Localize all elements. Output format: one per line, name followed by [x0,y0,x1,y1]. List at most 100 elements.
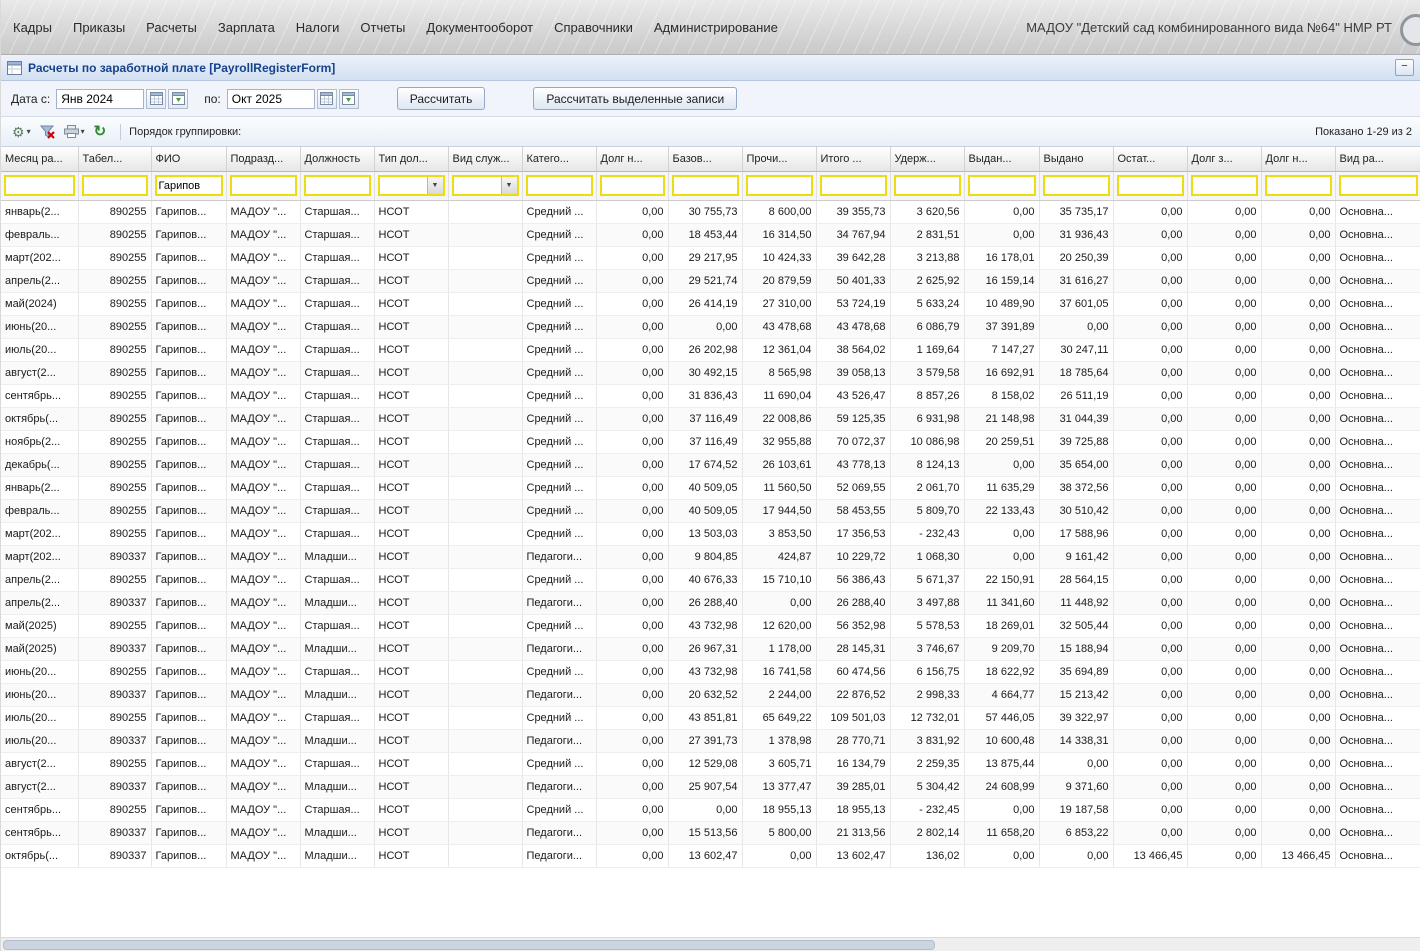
column-header-2[interactable]: Табел... [78,147,151,171]
calculate-selected-button[interactable]: Рассчитать выделенные записи [533,87,737,110]
calendar-grid-button-from[interactable] [146,89,166,109]
refresh-button[interactable]: ↻ [91,121,110,143]
date-to-input[interactable] [227,89,315,109]
grid-row[interactable]: март(202...890337Гарипов...МАДОУ "...Мла… [1,545,1420,568]
grid-row[interactable]: май(2024)890255Гарипов...МАДОУ "...Старш… [1,292,1420,315]
filter-input-col6[interactable] [380,177,427,194]
filter-input-col10[interactable] [674,177,737,194]
horizontal-scrollbar[interactable] [1,937,1420,951]
grid-row[interactable]: июль(20...890255Гарипов...МАДОУ "...Стар… [1,706,1420,729]
grid-cell: 0,00 [1187,798,1261,821]
column-header-9[interactable]: Долг н... [596,147,668,171]
filter-input-col8[interactable] [528,177,591,194]
grid-row[interactable]: июнь(20...890337Гарипов...МАДОУ "...Млад… [1,683,1420,706]
column-header-6[interactable]: Тип дол... [374,147,448,171]
grid-cell: 39 725,88 [1039,430,1113,453]
column-header-5[interactable]: Должность [300,147,374,171]
filter-input-col11[interactable] [748,177,811,194]
column-header-15[interactable]: Выдано [1039,147,1113,171]
filter-input-col4[interactable] [232,177,295,194]
grid-row[interactable]: май(2025)890255Гарипов...МАДОУ "...Старш… [1,614,1420,637]
column-header-16[interactable]: Остат... [1113,147,1187,171]
filter-input-col9[interactable] [602,177,663,194]
column-header-19[interactable]: Вид ра... [1335,147,1420,171]
column-header-3[interactable]: ФИО [151,147,226,171]
grid-row[interactable]: февраль...890255Гарипов...МАДОУ "...Стар… [1,499,1420,522]
column-header-8[interactable]: Катего... [522,147,596,171]
grid-row[interactable]: апрель(2...890337Гарипов...МАДОУ "...Мла… [1,591,1420,614]
menu-item-4[interactable]: Зарплата [218,20,275,35]
grid-row[interactable]: апрель(2...890255Гарипов...МАДОУ "...Ста… [1,568,1420,591]
filter-input-col16[interactable] [1119,177,1182,194]
column-header-12[interactable]: Итого ... [816,147,890,171]
column-header-14[interactable]: Выдан... [964,147,1039,171]
grid-row[interactable]: август(2...890337Гарипов...МАДОУ "...Мла… [1,775,1420,798]
column-header-7[interactable]: Вид служ... [448,147,522,171]
grid-row[interactable]: март(202...890255Гарипов...МАДОУ "...Ста… [1,246,1420,269]
grid-row[interactable]: май(2025)890337Гарипов...МАДОУ "...Младш… [1,637,1420,660]
column-header-11[interactable]: Прочи... [742,147,816,171]
menu-item-7[interactable]: Документооборот [426,20,533,35]
menu-item-1[interactable]: Кадры [13,20,52,35]
grid-row[interactable]: август(2...890255Гарипов...МАДОУ "...Ста… [1,752,1420,775]
filter-input-col18[interactable] [1267,177,1330,194]
menu-item-2[interactable]: Приказы [73,20,125,35]
filter-input-col5[interactable] [306,177,369,194]
grid-cell: 10 600,48 [964,729,1039,752]
column-header-17[interactable]: Долг з... [1187,147,1261,171]
grid-cell: 890255 [78,660,151,683]
grid-row[interactable]: февраль...890255Гарипов...МАДОУ "...Стар… [1,223,1420,246]
grid-row[interactable]: июль(20...890255Гарипов...МАДОУ "...Стар… [1,338,1420,361]
grid-row[interactable]: январь(2...890255Гарипов...МАДОУ "...Ста… [1,476,1420,499]
grid-cell: 0,00 [596,798,668,821]
filter-input-col3[interactable] [157,177,221,194]
filter-input-col13[interactable] [896,177,959,194]
calendar-picker-button-from[interactable] [168,89,188,109]
filter-input-col7[interactable] [454,177,501,194]
column-header-10[interactable]: Базов... [668,147,742,171]
grid-cell: 9 371,60 [1039,775,1113,798]
minimize-button[interactable]: − [1395,59,1414,76]
filter-input-col14[interactable] [970,177,1034,194]
menu-item-8[interactable]: Справочники [554,20,633,35]
filter-input-col12[interactable] [822,177,885,194]
grid-row[interactable]: апрель(2...890255Гарипов...МАДОУ "...Ста… [1,269,1420,292]
clear-filter-button[interactable] [37,121,58,143]
filter-input-col1[interactable] [6,177,73,194]
menu-item-6[interactable]: Отчеты [360,20,405,35]
filter-input-col17[interactable] [1193,177,1256,194]
grid-cell: 0,00 [596,683,668,706]
scrollbar-thumb[interactable] [3,940,935,950]
filter-input-col15[interactable] [1045,177,1108,194]
filter-dropdown-button[interactable]: ▼ [501,177,517,194]
grid-row[interactable]: сентябрь...890255Гарипов...МАДОУ "...Ста… [1,384,1420,407]
grid-row[interactable]: сентябрь...890255Гарипов...МАДОУ "...Ста… [1,798,1420,821]
grid-row[interactable]: июнь(20...890255Гарипов...МАДОУ "...Стар… [1,315,1420,338]
date-from-input[interactable] [56,89,144,109]
grid-row[interactable]: июнь(20...890255Гарипов...МАДОУ "...Стар… [1,660,1420,683]
calendar-picker-button-to[interactable] [339,89,359,109]
calendar-grid-button-to[interactable] [317,89,337,109]
column-header-1[interactable]: Месяц ра... [1,147,78,171]
grid-row[interactable]: ноябрь(2...890255Гарипов...МАДОУ "...Ста… [1,430,1420,453]
grid-row[interactable]: март(202...890255Гарипов...МАДОУ "...Ста… [1,522,1420,545]
grid-row[interactable]: июль(20...890337Гарипов...МАДОУ "...Млад… [1,729,1420,752]
menu-item-3[interactable]: Расчеты [146,20,197,35]
print-menu-button[interactable]: ▾ [61,121,88,143]
column-header-18[interactable]: Долг н... [1261,147,1335,171]
column-header-4[interactable]: Подразд... [226,147,300,171]
grid-row[interactable]: октябрь(...890337Гарипов...МАДОУ "...Мла… [1,844,1420,867]
filter-dropdown-button[interactable]: ▼ [427,177,443,194]
grid-row[interactable]: январь(2...890255Гарипов...МАДОУ "...Ста… [1,200,1420,223]
column-header-13[interactable]: Удерж... [890,147,964,171]
menu-item-5[interactable]: Налоги [296,20,340,35]
grid-row[interactable]: сентябрь...890337Гарипов...МАДОУ "...Мла… [1,821,1420,844]
grid-row[interactable]: октябрь(...890255Гарипов...МАДОУ "...Ста… [1,407,1420,430]
grid-row[interactable]: август(2...890255Гарипов...МАДОУ "...Ста… [1,361,1420,384]
filter-input-col2[interactable] [84,177,146,194]
calculate-button[interactable]: Рассчитать [397,87,486,110]
settings-menu-button[interactable]: ⚙ ▾ [9,121,34,143]
filter-input-col19[interactable] [1341,177,1416,194]
grid-row[interactable]: декабрь(...890255Гарипов...МАДОУ "...Ста… [1,453,1420,476]
menu-item-9[interactable]: Администрирование [654,20,778,35]
